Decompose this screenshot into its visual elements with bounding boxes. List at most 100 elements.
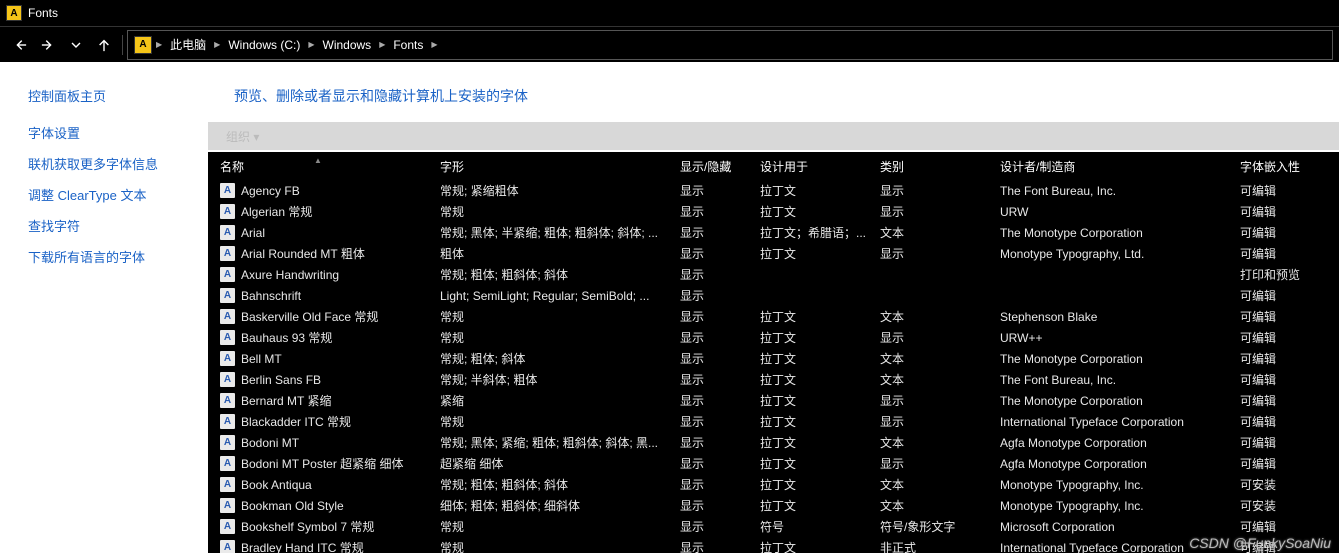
table-row[interactable]: ABookman Old Style细体; 粗体; 粗斜体; 细斜体显示拉丁文文… — [208, 495, 1339, 516]
font-name: Bell MT — [241, 352, 282, 366]
font-hide: 显示 — [668, 203, 748, 220]
font-hide: 显示 — [668, 182, 748, 199]
col-maker[interactable]: 设计者/制造商 — [988, 158, 1228, 175]
font-embed: 可编辑 — [1228, 203, 1318, 220]
font-file-icon: A — [220, 246, 235, 261]
chevron-right-icon: ▶ — [308, 40, 314, 49]
font-hide: 显示 — [668, 329, 748, 346]
table-row[interactable]: ABodoni MT Poster 超紧缩 细体超紧缩 细体显示拉丁文显示Agf… — [208, 453, 1339, 474]
col-category[interactable]: 类别 — [868, 158, 988, 175]
sidebar-link-download-all[interactable]: 下载所有语言的字体 — [28, 247, 208, 266]
breadcrumb[interactable]: 此电脑 — [166, 36, 210, 53]
font-design: 拉丁文 — [748, 182, 868, 199]
font-embed: 打印和预览 — [1228, 266, 1318, 283]
table-row[interactable]: ABradley Hand ITC 常规常规显示拉丁文非正式Internatio… — [208, 537, 1339, 553]
col-hide[interactable]: 显示/隐藏 — [668, 158, 748, 175]
font-name: Bauhaus 93 常规 — [241, 329, 332, 346]
sidebar-link-online-fonts[interactable]: 联机获取更多字体信息 — [28, 154, 208, 173]
font-name: Berlin Sans FB — [241, 373, 321, 387]
forward-button[interactable] — [34, 31, 62, 59]
font-style: 常规; 半斜体; 粗体 — [428, 371, 668, 388]
font-maker: The Monotype Corporation — [988, 352, 1228, 366]
font-style: 常规 — [428, 308, 668, 325]
breadcrumb[interactable]: Fonts — [389, 38, 427, 52]
font-embed: 可安装 — [1228, 476, 1318, 493]
table-row[interactable]: ABerlin Sans FB常规; 半斜体; 粗体显示拉丁文文本The Fon… — [208, 369, 1339, 390]
table-row[interactable]: ABell MT常规; 粗体; 斜体显示拉丁文文本The Monotype Co… — [208, 348, 1339, 369]
font-file-icon: A — [220, 351, 235, 366]
watermark: CSDN @FunkySoaNiu — [1189, 535, 1331, 551]
font-maker: Monotype Typography, Inc. — [988, 478, 1228, 492]
sidebar-link-find-char[interactable]: 查找字符 — [28, 216, 208, 235]
font-category: 显示 — [868, 182, 988, 199]
table-row[interactable]: ABook Antiqua常规; 粗体; 粗斜体; 斜体显示拉丁文文本Monot… — [208, 474, 1339, 495]
breadcrumb[interactable]: Windows (C:) — [224, 38, 304, 52]
organize-button[interactable]: 组织 ▾ — [226, 128, 259, 145]
main-pane: 预览、删除或者显示和隐藏计算机上安装的字体 组织 ▾ 名称 ▲ 字形 显示/隐藏… — [208, 62, 1339, 553]
table-row[interactable]: ABahnschriftLight; SemiLight; Regular; S… — [208, 285, 1339, 306]
font-file-icon: A — [220, 519, 235, 534]
breadcrumb[interactable]: Windows — [319, 38, 376, 52]
sidebar-title[interactable]: 控制面板主页 — [28, 86, 208, 105]
font-category: 显示 — [868, 329, 988, 346]
font-hide: 显示 — [668, 518, 748, 535]
table-row[interactable]: AArial Rounded MT 粗体粗体显示拉丁文显示Monotype Ty… — [208, 243, 1339, 264]
table-row[interactable]: ABlackadder ITC 常规常规显示拉丁文显示International… — [208, 411, 1339, 432]
font-style: 常规 — [428, 413, 668, 430]
table-row[interactable]: ABodoni MT常规; 黑体; 紧缩; 粗体; 粗斜体; 斜体; 黑...显… — [208, 432, 1339, 453]
font-maker: The Font Bureau, Inc. — [988, 373, 1228, 387]
font-embed: 可编辑 — [1228, 371, 1318, 388]
font-file-icon: A — [220, 540, 235, 553]
font-hide: 显示 — [668, 497, 748, 514]
font-design: 拉丁文 — [748, 392, 868, 409]
table-row[interactable]: AAgency FB常规; 紧缩粗体显示拉丁文显示The Font Bureau… — [208, 180, 1339, 201]
table-row[interactable]: ABernard MT 紧缩紧缩显示拉丁文显示The Monotype Corp… — [208, 390, 1339, 411]
back-button[interactable] — [6, 31, 34, 59]
font-file-icon: A — [220, 393, 235, 408]
table-row[interactable]: ABookshelf Symbol 7 常规常规显示符号符号/象形文字Micro… — [208, 516, 1339, 537]
font-style: 常规; 黑体; 紧缩; 粗体; 粗斜体; 斜体; 黑... — [428, 434, 668, 451]
font-hide: 显示 — [668, 266, 748, 283]
font-category: 符号/象形文字 — [868, 518, 988, 535]
table-row[interactable]: AAlgerian 常规常规显示拉丁文显示URW可编辑 — [208, 201, 1339, 222]
arrow-up-icon — [97, 38, 111, 52]
font-maker: International Typeface Corporation — [988, 415, 1228, 429]
font-category: 显示 — [868, 455, 988, 472]
sidebar-link-cleartype[interactable]: 调整 ClearType 文本 — [28, 185, 208, 204]
font-hide: 显示 — [668, 287, 748, 304]
col-design[interactable]: 设计用于 — [748, 158, 868, 175]
recent-dropdown[interactable] — [62, 31, 90, 59]
up-button[interactable] — [90, 31, 118, 59]
font-category: 文本 — [868, 476, 988, 493]
font-hide: 显示 — [668, 224, 748, 241]
font-style: 常规; 黑体; 半紧缩; 粗体; 粗斜体; 斜体; ... — [428, 224, 668, 241]
font-category: 文本 — [868, 497, 988, 514]
chevron-right-icon: ▶ — [156, 40, 162, 49]
font-category: 显示 — [868, 245, 988, 262]
font-name: Blackadder ITC 常规 — [241, 413, 351, 430]
font-design: 拉丁文 — [748, 434, 868, 451]
col-style[interactable]: 字形 — [428, 158, 668, 175]
sidebar-link-font-settings[interactable]: 字体设置 — [28, 123, 208, 142]
table-row[interactable]: ABauhaus 93 常规常规显示拉丁文显示URW++可编辑 — [208, 327, 1339, 348]
address-bar[interactable]: A ▶ 此电脑 ▶ Windows (C:) ▶ Windows ▶ Fonts… — [127, 30, 1333, 60]
col-embed[interactable]: 字体嵌入性 — [1228, 158, 1318, 175]
page-title: 预览、删除或者显示和隐藏计算机上安装的字体 — [208, 62, 1339, 122]
table-body: AAgency FB常规; 紧缩粗体显示拉丁文显示The Font Bureau… — [208, 180, 1339, 553]
font-file-icon: A — [220, 225, 235, 240]
font-hide: 显示 — [668, 539, 748, 553]
font-name: Bookman Old Style — [241, 499, 344, 513]
font-maker: Microsoft Corporation — [988, 520, 1228, 534]
table-row[interactable]: ABaskerville Old Face 常规常规显示拉丁文文本Stephen… — [208, 306, 1339, 327]
font-file-icon: A — [220, 477, 235, 492]
font-embed: 可编辑 — [1228, 245, 1318, 262]
toolbar[interactable]: 组织 ▾ — [208, 122, 1339, 150]
font-style: 常规; 紧缩粗体 — [428, 182, 668, 199]
col-name[interactable]: 名称 ▲ — [208, 158, 428, 175]
font-style: 粗体 — [428, 245, 668, 262]
font-table: 名称 ▲ 字形 显示/隐藏 设计用于 类别 设计者/制造商 字体嵌入性 AAge… — [208, 152, 1339, 553]
table-row[interactable]: AArial常规; 黑体; 半紧缩; 粗体; 粗斜体; 斜体; ...显示拉丁文… — [208, 222, 1339, 243]
table-row[interactable]: AAxure Handwriting常规; 粗体; 粗斜体; 斜体显示打印和预览 — [208, 264, 1339, 285]
chevron-right-icon: ▶ — [431, 40, 437, 49]
font-embed: 可编辑 — [1228, 518, 1318, 535]
